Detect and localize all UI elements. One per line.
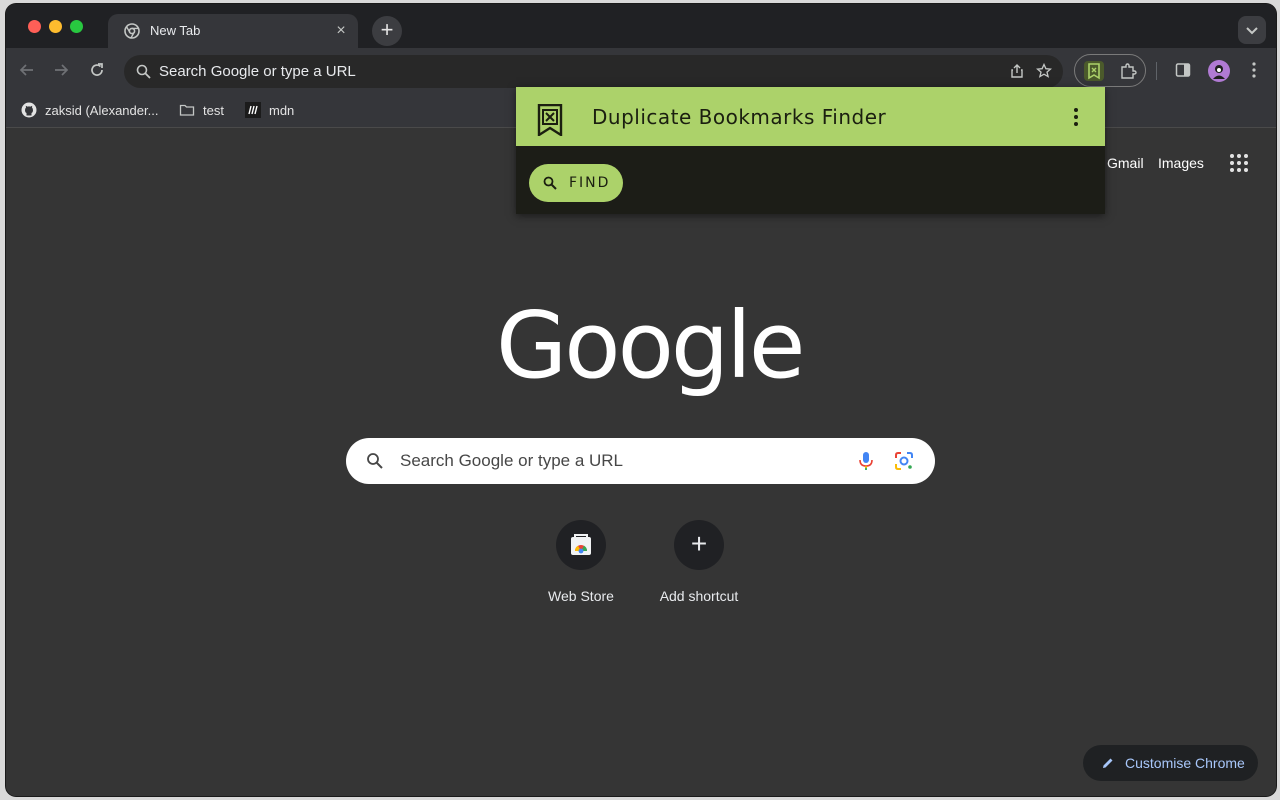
bookmark-mdn[interactable]: mdn <box>245 101 294 119</box>
add-shortcut-button[interactable]: + Add shortcut <box>644 520 754 604</box>
profile-avatar[interactable] <box>1208 60 1230 82</box>
google-lens-icon[interactable] <box>893 450 915 472</box>
side-panel-icon[interactable] <box>1175 62 1191 78</box>
chrome-icon <box>124 23 140 39</box>
close-tab-icon[interactable]: × <box>332 22 350 40</box>
shortcut-label: Web Store <box>526 588 636 604</box>
toolbar: Search Google or type a URL <box>6 48 1276 92</box>
find-label: FIND <box>569 175 610 191</box>
extensions-group <box>1074 54 1146 87</box>
popup-title: Duplicate Bookmarks Finder <box>592 105 886 129</box>
images-link[interactable]: Images <box>1158 155 1204 171</box>
shortcut-tile: + <box>674 520 724 570</box>
search-placeholder: Search Google or type a URL <box>400 451 623 471</box>
customise-chrome-button[interactable]: Customise Chrome <box>1083 745 1258 781</box>
bookmark-star-icon[interactable] <box>1036 63 1052 79</box>
extensions-puzzle-icon[interactable] <box>1119 62 1137 80</box>
mdn-icon <box>245 102 261 118</box>
extension-popup: Duplicate Bookmarks Finder FIND <box>516 87 1105 214</box>
more-vert-icon[interactable] <box>1073 107 1079 127</box>
web-store-icon <box>569 533 593 557</box>
reload-icon[interactable] <box>88 61 106 79</box>
shortcut-web-store[interactable]: Web Store <box>526 520 636 604</box>
tab-strip: New Tab × + <box>6 4 1276 48</box>
maximize-window-button[interactable] <box>70 20 83 33</box>
chevron-down-icon <box>1238 16 1266 44</box>
google-apps-icon[interactable] <box>1229 153 1249 173</box>
search-icon <box>136 64 151 79</box>
forward-icon[interactable] <box>52 61 70 79</box>
share-icon[interactable] <box>1009 63 1025 79</box>
browser-window: New Tab × + Search Google or type a UR <box>6 4 1276 796</box>
duplicate-bookmarks-finder-extension-icon[interactable] <box>1084 61 1104 81</box>
pencil-icon <box>1101 756 1115 770</box>
plus-icon: + <box>674 520 724 570</box>
toolbar-separator <box>1156 62 1157 80</box>
shortcut-tile <box>556 520 606 570</box>
new-tab-button[interactable]: + <box>372 16 402 46</box>
omnibox[interactable]: Search Google or type a URL <box>124 55 1063 88</box>
popup-header: Duplicate Bookmarks Finder <box>516 87 1105 146</box>
bookmark-zaksid[interactable]: zaksid (Alexander... <box>21 101 158 119</box>
bookmark-folder-test[interactable]: test <box>179 101 224 119</box>
search-icon <box>543 176 557 190</box>
tab-title: New Tab <box>150 23 200 38</box>
shortcut-label: Add shortcut <box>644 588 754 604</box>
bookmark-label: zaksid (Alexander... <box>45 103 158 118</box>
find-button[interactable]: FIND <box>529 164 623 202</box>
bookmark-label: mdn <box>269 103 294 118</box>
tab-new-tab[interactable]: New Tab × <box>108 14 358 48</box>
tab-search-button[interactable] <box>1238 16 1266 44</box>
chrome-menu-icon[interactable] <box>1249 61 1259 79</box>
omnibox-placeholder: Search Google or type a URL <box>159 63 356 80</box>
search-box[interactable]: Search Google or type a URL <box>346 438 935 484</box>
folder-icon <box>179 102 195 118</box>
bookmark-x-icon <box>536 104 564 136</box>
bookmark-label: test <box>203 103 224 118</box>
microphone-icon[interactable] <box>855 450 877 472</box>
back-icon[interactable] <box>18 61 36 79</box>
google-logo: Google <box>496 291 786 401</box>
customise-label: Customise Chrome <box>1125 755 1245 771</box>
minimize-window-button[interactable] <box>49 20 62 33</box>
search-icon <box>366 452 384 470</box>
github-icon <box>21 102 37 118</box>
close-window-button[interactable] <box>28 20 41 33</box>
new-tab-page: Gmail Images Google Search Google or typ… <box>6 129 1276 796</box>
gmail-link[interactable]: Gmail <box>1107 155 1144 171</box>
